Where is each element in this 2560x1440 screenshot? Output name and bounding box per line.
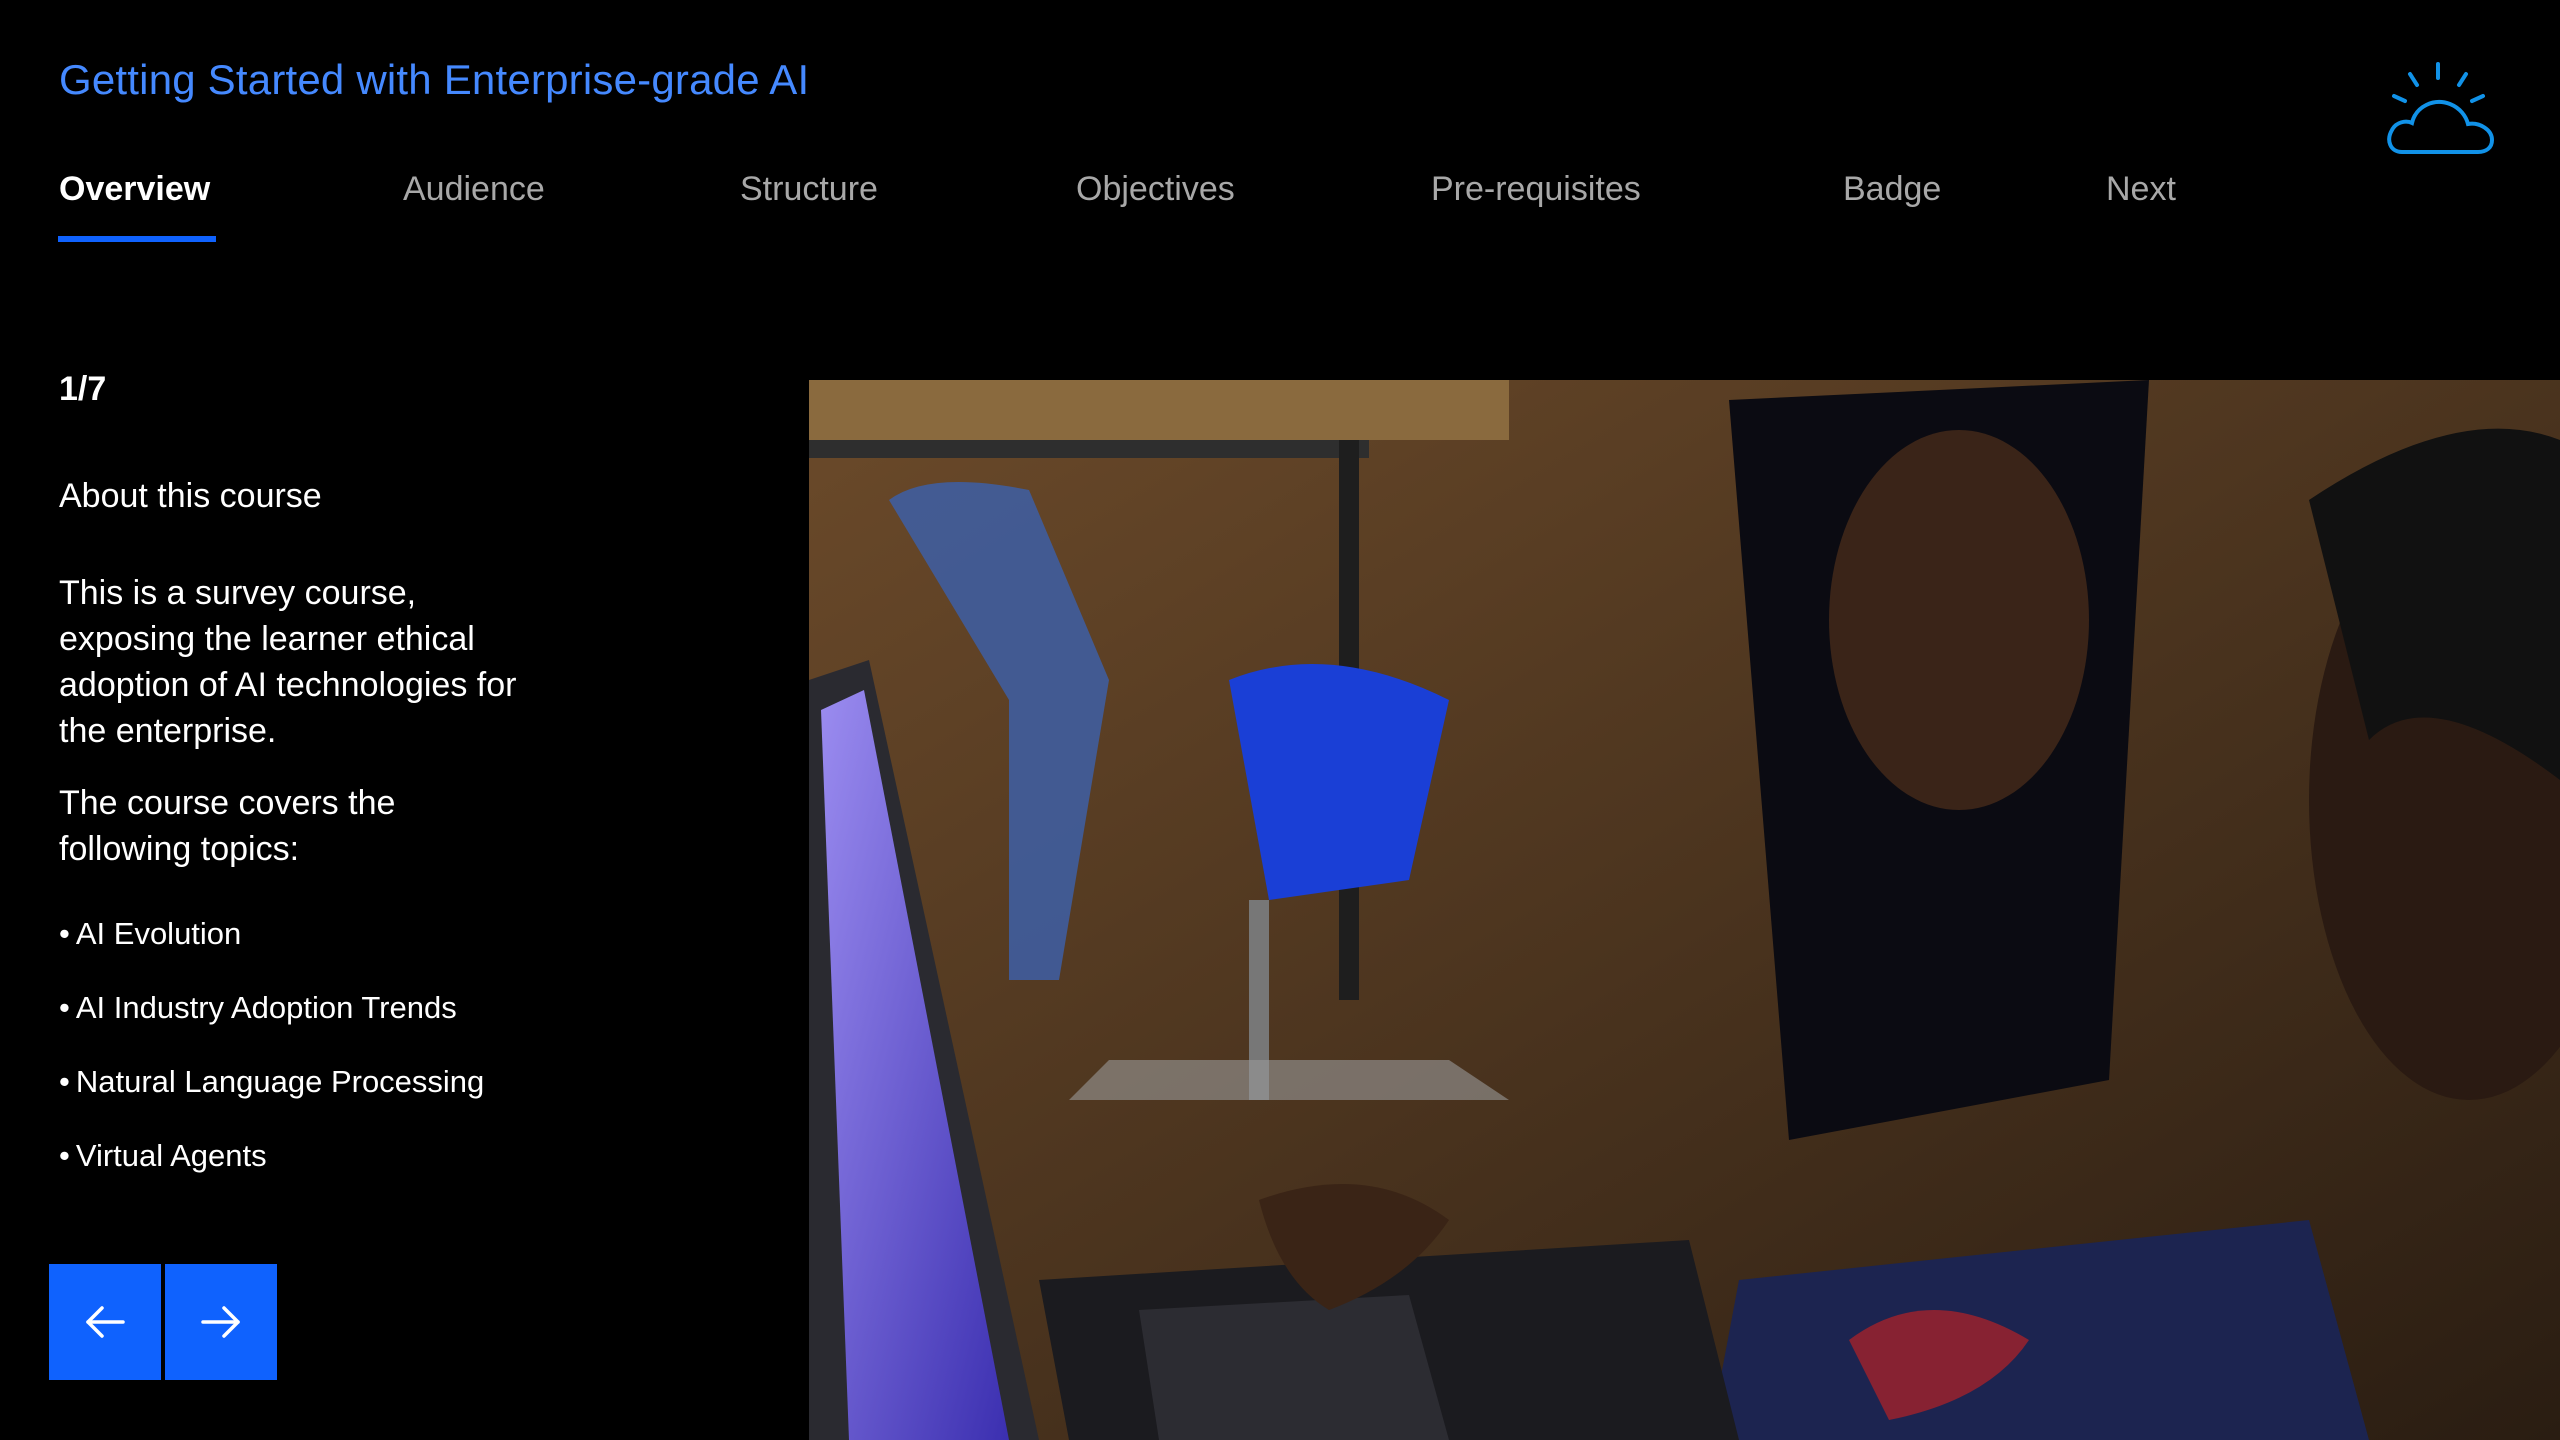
tab-objectives[interactable]: Objectives: [1076, 170, 1235, 209]
arrow-left-icon: [86, 1306, 125, 1338]
section-title: About this course: [59, 477, 322, 515]
active-tab-indicator: [58, 236, 216, 242]
bullet-icon: •: [59, 916, 70, 951]
course-title: Getting Started with Enterprise-grade AI: [59, 56, 810, 103]
bullet-icon: •: [59, 1064, 70, 1099]
topics-intro-paragraph: The course covers the following topics:: [59, 784, 396, 868]
tab-pre-requisites[interactable]: Pre-requisites: [1431, 170, 1641, 209]
next-button[interactable]: [165, 1264, 277, 1380]
bullet-icon: •: [59, 990, 70, 1025]
hero-photo: [809, 380, 2560, 1440]
topic-label: Virtual Agents: [75, 1138, 267, 1173]
tab-badge[interactable]: Badge: [1843, 170, 1941, 209]
list-item: • AI Industry Adoption Trends: [59, 990, 759, 1064]
slide-counter: 1/7: [59, 370, 107, 408]
tab-overview[interactable]: Overview: [59, 170, 210, 209]
bullet-icon: •: [59, 1138, 70, 1173]
arrow-right-icon: [201, 1306, 240, 1338]
tab-structure[interactable]: Structure: [740, 170, 878, 209]
tab-bar: Overview Audience Structure Objectives P…: [0, 170, 2560, 250]
course-page: Getting Started with Enterprise-grade AI…: [0, 0, 2560, 1440]
list-item: • Virtual Agents: [59, 1138, 759, 1212]
description-paragraph: This is a survey course, exposing the le…: [59, 574, 517, 750]
tab-next[interactable]: Next: [2106, 170, 2176, 209]
list-item: • Natural Language Processing: [59, 1064, 759, 1138]
course-overview-panel: 1/7 About this course This is a survey c…: [59, 370, 759, 1212]
tab-audience[interactable]: Audience: [403, 170, 545, 209]
topic-label: AI Evolution: [75, 916, 242, 951]
previous-button[interactable]: [49, 1264, 161, 1380]
topics-list: • AI Evolution • AI Industry Adoption Tren…: [59, 916, 759, 1212]
cloud-sun-icon: [2387, 62, 2495, 154]
list-item: • AI Evolution: [59, 916, 759, 990]
topic-label: AI Industry Adoption Trends: [75, 990, 457, 1025]
topic-label: Natural Language Processing: [75, 1064, 485, 1099]
hero-photo-illustration: [809, 380, 2560, 1440]
